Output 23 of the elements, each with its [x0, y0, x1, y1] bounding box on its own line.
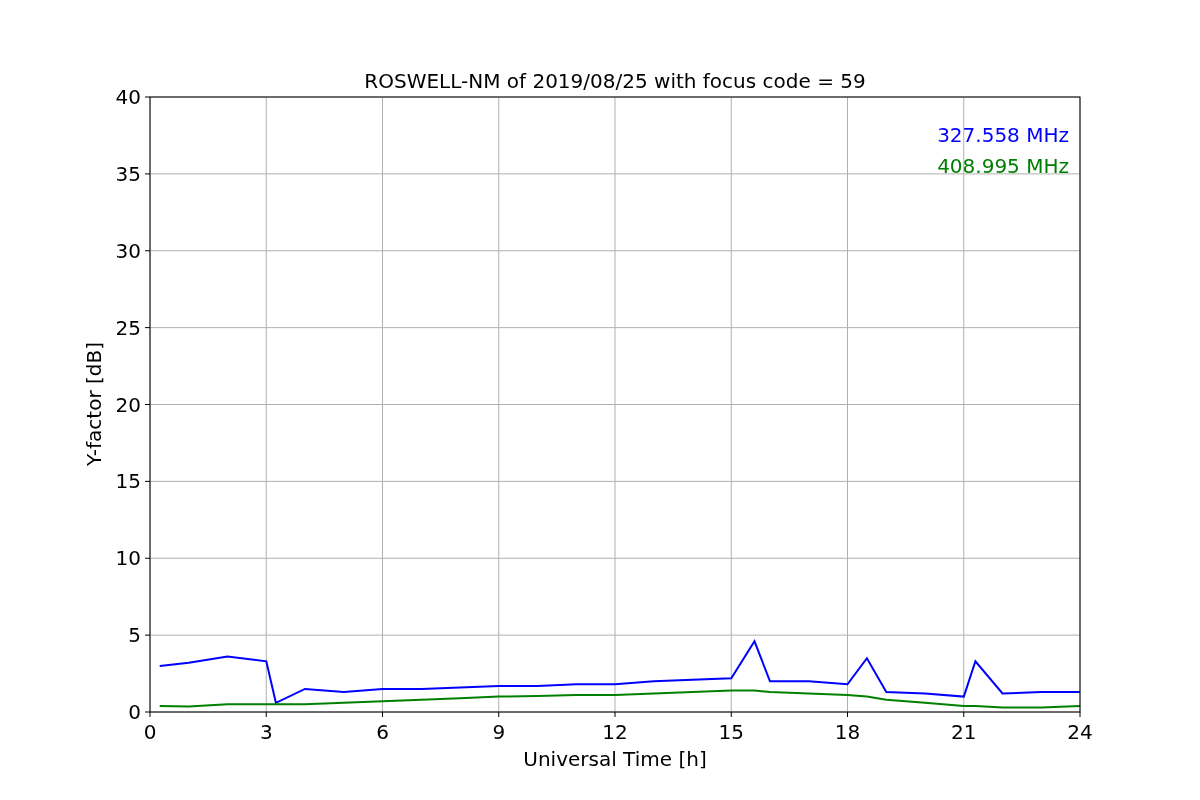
y-tick-label: 5 — [128, 623, 141, 648]
x-tick-label: 0 — [143, 720, 157, 744]
x-tick-label: 15 — [718, 720, 744, 744]
y-tick-label: 35 — [115, 161, 141, 186]
y-tick-label: 40 — [115, 85, 141, 109]
y-tick-label: 20 — [115, 392, 141, 417]
x-tick-label: 24 — [1067, 720, 1093, 744]
x-tick-label: 21 — [951, 720, 977, 744]
x-tick-label: 9 — [492, 720, 506, 744]
x-tick-label: 12 — [602, 720, 628, 744]
x-tick-label: 3 — [259, 720, 273, 744]
y-tick-label: 15 — [115, 469, 141, 494]
y-tick-label: 25 — [115, 315, 141, 340]
x-axis-label: Universal Time [h] — [523, 747, 707, 771]
y-tick-label: 10 — [115, 546, 141, 571]
x-tick-label: 6 — [376, 720, 389, 744]
y-axis-label: Y-factor [dB] — [82, 342, 106, 466]
y-tick-label: 0 — [128, 700, 141, 724]
legend-label: 327.558 MHz — [937, 123, 1069, 147]
x-tick-label: 18 — [834, 720, 861, 744]
legend-label: 408.995 MHz — [937, 154, 1069, 178]
chart-title: ROSWELL-NM of 2019/08/25 with focus code = 59 — [364, 69, 866, 93]
y-tick-label: 30 — [115, 238, 141, 263]
